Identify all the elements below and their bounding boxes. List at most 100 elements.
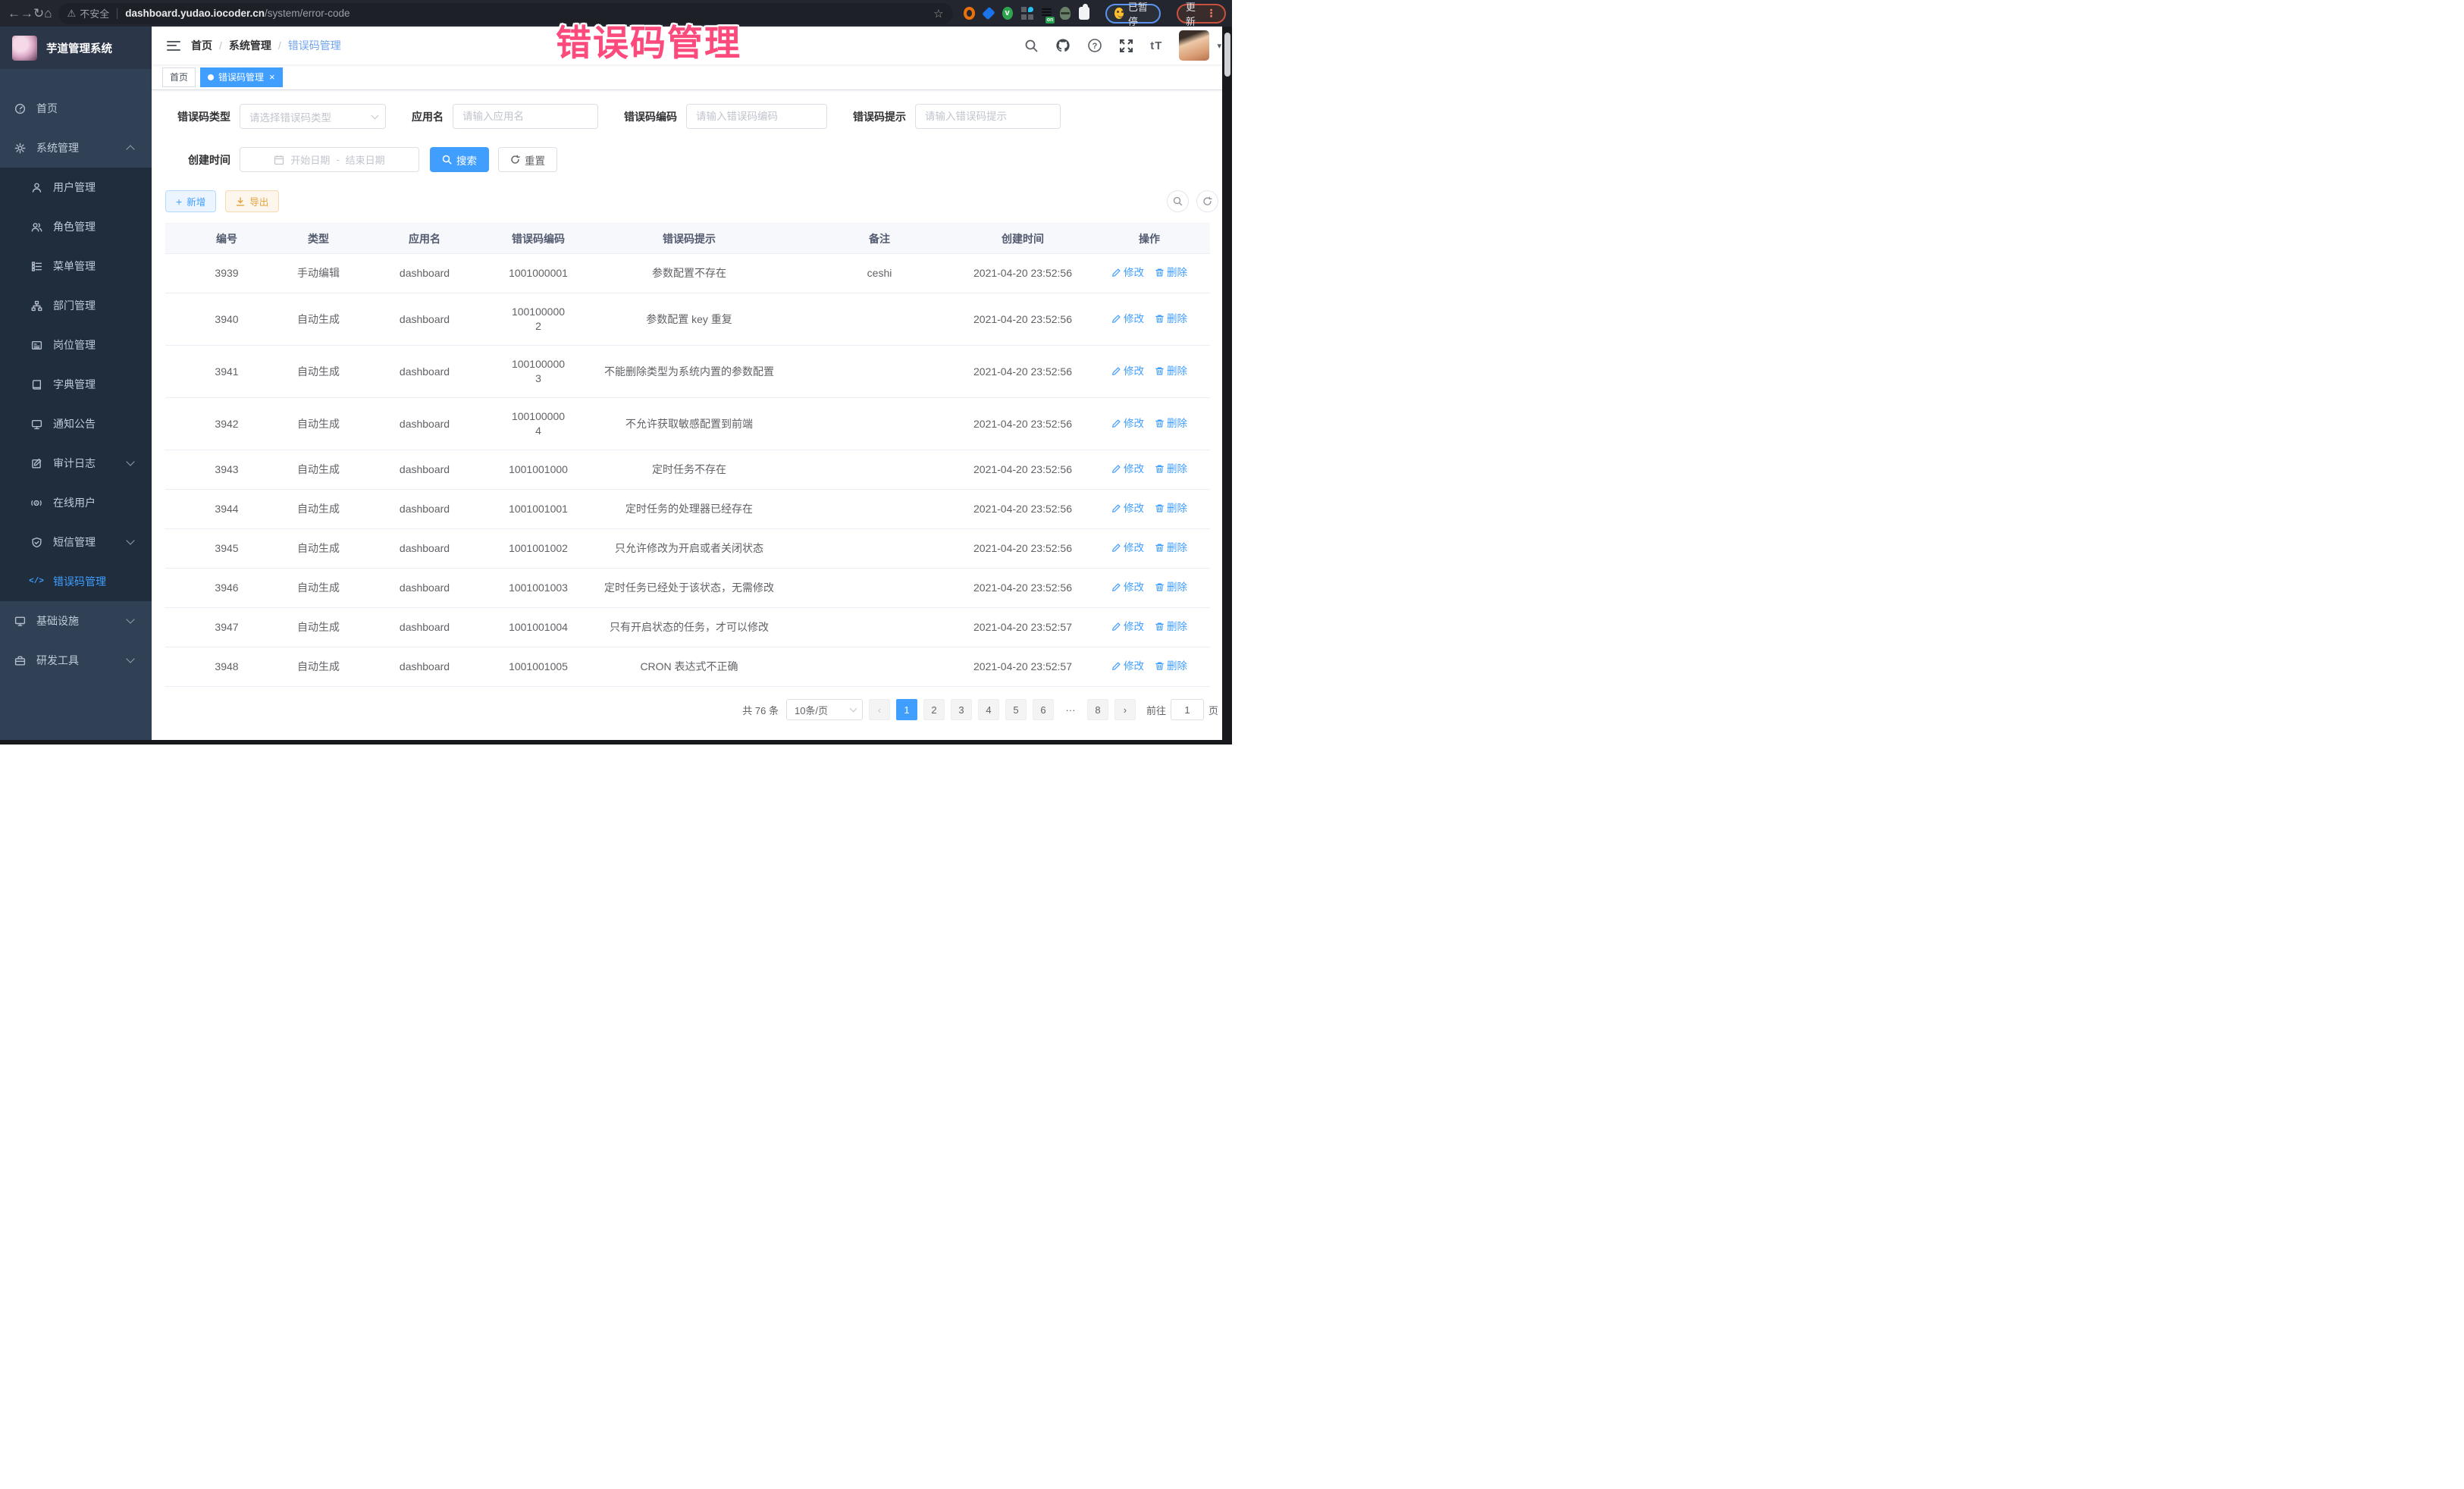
cell-remark bbox=[802, 569, 957, 608]
fullscreen-icon[interactable] bbox=[1119, 39, 1133, 53]
tab-错误码管理[interactable]: 错误码管理× bbox=[200, 67, 283, 87]
date-range-picker[interactable]: 开始日期 - 结束日期 bbox=[240, 147, 419, 172]
extension-green-icon[interactable]: v bbox=[1002, 7, 1013, 20]
bookmark-star-icon[interactable]: ☆ bbox=[933, 7, 943, 20]
delete-link[interactable]: 删除 bbox=[1155, 659, 1187, 673]
tab-首页[interactable]: 首页 bbox=[162, 67, 196, 87]
sidebar-item-home[interactable]: 首页 bbox=[0, 89, 152, 128]
extension-gem-icon[interactable] bbox=[982, 7, 995, 20]
sidebar-item-dept-mgmt[interactable]: 部门管理 bbox=[0, 286, 152, 325]
error-hint-input[interactable] bbox=[915, 104, 1061, 129]
address-bar[interactable]: ⚠ 不安全 dashboard.yudao.iocoder.cn /system… bbox=[58, 3, 953, 24]
edit-link[interactable]: 修改 bbox=[1111, 416, 1144, 431]
edit-link[interactable]: 修改 bbox=[1111, 580, 1144, 594]
refresh-table-button[interactable] bbox=[1196, 190, 1218, 212]
delete-link[interactable]: 删除 bbox=[1155, 265, 1187, 280]
page-button-5[interactable]: 5 bbox=[1005, 699, 1027, 720]
browser-menu-kebab-icon[interactable]: ⋮ bbox=[1206, 7, 1217, 20]
online-users-icon: A bbox=[30, 497, 42, 509]
font-size-icon[interactable]: tT bbox=[1150, 39, 1162, 52]
close-icon[interactable]: × bbox=[269, 71, 275, 83]
sidebar-item-sms-mgmt[interactable]: 短信管理 bbox=[0, 522, 152, 562]
breadcrumb-item[interactable]: 首页 bbox=[191, 38, 212, 53]
github-icon[interactable] bbox=[1055, 38, 1071, 53]
extension-spy-icon[interactable] bbox=[1060, 7, 1071, 20]
page-button-3[interactable]: 3 bbox=[951, 699, 972, 720]
breadcrumb-separator: / bbox=[278, 39, 281, 52]
search-button[interactable]: 搜索 bbox=[430, 147, 489, 172]
browser-home-icon[interactable]: ⌂ bbox=[44, 6, 52, 21]
page-button-4[interactable]: 4 bbox=[978, 699, 999, 720]
app-logo-row[interactable]: 芋道管理系统 bbox=[0, 27, 152, 69]
sidebar-item-post-mgmt[interactable]: 岗位管理 bbox=[0, 325, 152, 365]
sidebar-item-dict-mgmt[interactable]: 字典管理 bbox=[0, 365, 152, 404]
reset-button[interactable]: 重置 bbox=[498, 147, 557, 172]
browser-reload-icon[interactable]: ↻ bbox=[33, 6, 44, 21]
scrollbar-thumb[interactable] bbox=[1224, 33, 1230, 77]
edit-link[interactable]: 修改 bbox=[1111, 312, 1144, 326]
hamburger-icon[interactable] bbox=[167, 38, 180, 53]
extensions-puzzle-icon[interactable] bbox=[1079, 7, 1089, 20]
page-button-6[interactable]: 6 bbox=[1033, 699, 1054, 720]
prev-page-button[interactable]: ‹ bbox=[869, 699, 890, 720]
error-type-select[interactable]: 请选择错误码类型 bbox=[240, 104, 386, 129]
edit-link[interactable]: 修改 bbox=[1111, 265, 1144, 280]
user-avatar[interactable] bbox=[1179, 30, 1209, 61]
browser-update-badge[interactable]: 更新 ⋮ bbox=[1177, 4, 1226, 24]
edit-link[interactable]: 修改 bbox=[1111, 501, 1144, 516]
edit-link[interactable]: 修改 bbox=[1111, 364, 1144, 378]
page-button-1[interactable]: 1 bbox=[896, 699, 917, 720]
page-button-8[interactable]: 8 bbox=[1087, 699, 1108, 720]
delete-link[interactable]: 删除 bbox=[1155, 619, 1187, 634]
table-row: 3942自动生成dashboard100100000 4不允许获取敏感配置到前端… bbox=[165, 398, 1210, 450]
browser-scrollbar[interactable] bbox=[1222, 27, 1232, 740]
page-button-2[interactable]: 2 bbox=[923, 699, 945, 720]
delete-link[interactable]: 删除 bbox=[1155, 501, 1187, 516]
delete-link[interactable]: 删除 bbox=[1155, 541, 1187, 555]
help-icon[interactable]: ? bbox=[1087, 38, 1102, 53]
browser-forward-icon[interactable]: → bbox=[20, 6, 33, 21]
breadcrumb-item[interactable]: 系统管理 bbox=[229, 38, 271, 53]
chevron-down-icon[interactable]: ▾ bbox=[1217, 41, 1221, 51]
sidebar-item-online-users[interactable]: A在线用户 bbox=[0, 483, 152, 522]
extension-list-icon[interactable]: on bbox=[1042, 7, 1052, 20]
edit-link[interactable]: 修改 bbox=[1111, 541, 1144, 555]
delete-link[interactable]: 删除 bbox=[1155, 364, 1187, 378]
toggle-search-button[interactable] bbox=[1167, 190, 1189, 212]
goto-page-input[interactable] bbox=[1171, 699, 1204, 720]
export-button[interactable]: 导出 bbox=[225, 190, 279, 212]
edit-link[interactable]: 修改 bbox=[1111, 462, 1144, 476]
edit-link[interactable]: 修改 bbox=[1111, 619, 1144, 634]
sidebar-item-menu-mgmt[interactable]: 菜单管理 bbox=[0, 246, 152, 286]
extension-orange-icon[interactable] bbox=[964, 7, 975, 20]
edit-link[interactable]: 修改 bbox=[1111, 659, 1144, 673]
page-size-select[interactable]: 10条/页 bbox=[786, 699, 863, 720]
sidebar-item-system-mgmt[interactable]: 系统管理 bbox=[0, 128, 152, 168]
sidebar-item-role-mgmt[interactable]: 角色管理 bbox=[0, 207, 152, 246]
sidebar-item-error-code-mgmt[interactable]: </>错误码管理 bbox=[0, 562, 152, 601]
sidebar-item-audit-log[interactable]: 审计日志 bbox=[0, 444, 152, 483]
add-button[interactable]: + 新增 bbox=[165, 190, 216, 212]
sidebar-item-notice[interactable]: 通知公告 bbox=[0, 404, 152, 444]
active-tab-dot bbox=[208, 74, 214, 80]
delete-link[interactable]: 删除 bbox=[1155, 416, 1187, 431]
table-row: 3945自动生成dashboard1001001002只允许修改为开启或者关闭状… bbox=[165, 529, 1210, 569]
sidebar-item-user-mgmt[interactable]: 用户管理 bbox=[0, 168, 152, 207]
sidebar-item-infrastructure[interactable]: 基础设施 bbox=[0, 601, 152, 641]
security-chip[interactable]: ⚠ 不安全 bbox=[67, 6, 110, 20]
next-page-button[interactable]: › bbox=[1114, 699, 1136, 720]
sidebar-item-dev-tools[interactable]: 研发工具 bbox=[0, 641, 152, 680]
delete-link[interactable]: 删除 bbox=[1155, 462, 1187, 476]
error-code-input[interactable] bbox=[686, 104, 827, 129]
cell-code: 1001001001 bbox=[500, 490, 576, 529]
app-name-input[interactable] bbox=[453, 104, 598, 129]
extension-squares-icon[interactable] bbox=[1021, 7, 1033, 20]
cell-app: dashboard bbox=[349, 450, 500, 490]
chevron-down-icon bbox=[126, 615, 134, 623]
delete-link[interactable]: 删除 bbox=[1155, 312, 1187, 326]
profile-paused-badge[interactable]: 已暂停 bbox=[1105, 4, 1161, 24]
cell-time: 2021-04-20 23:52:56 bbox=[957, 569, 1089, 608]
search-icon[interactable] bbox=[1024, 39, 1039, 53]
delete-link[interactable]: 删除 bbox=[1155, 580, 1187, 594]
browser-back-icon[interactable]: ← bbox=[8, 6, 20, 21]
